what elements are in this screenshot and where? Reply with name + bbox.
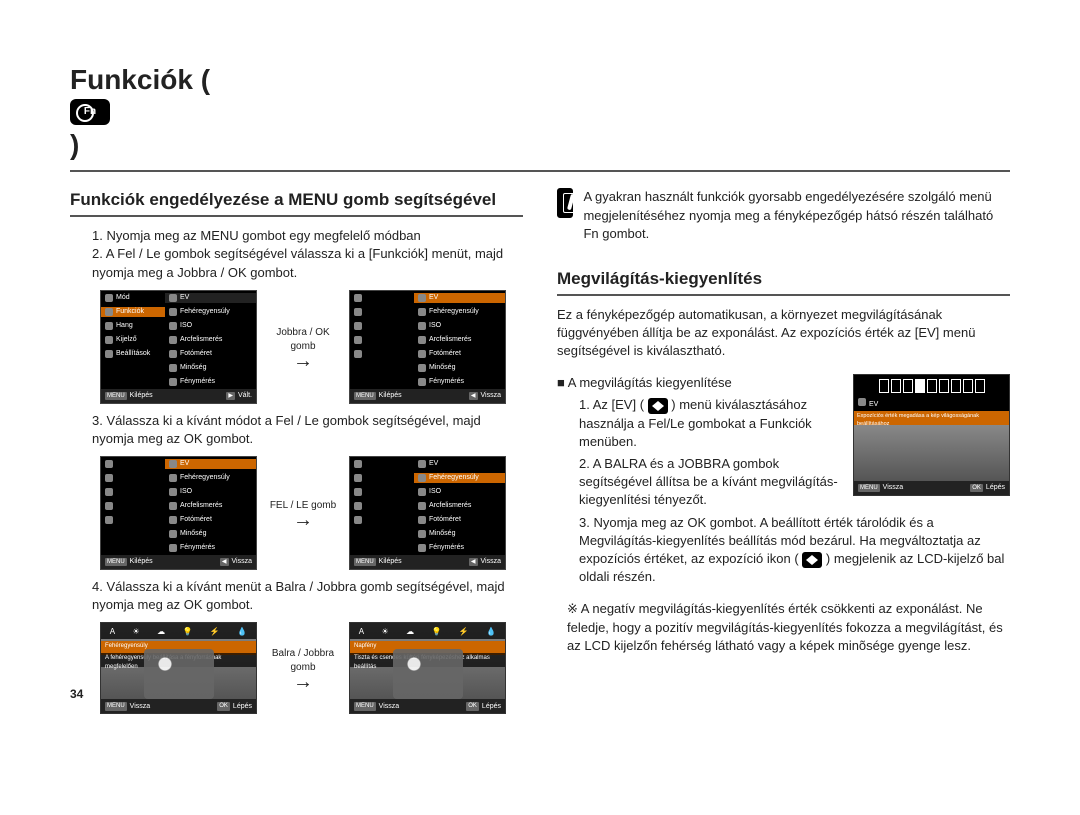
arrow-label-3: Balra / Jobbra gomb → xyxy=(267,647,339,689)
camera-menu-after-2: EV Fehéregyensúly ISO Arcfelismerés Fotó… xyxy=(349,456,506,570)
left-step3: 3. Válassza ki a kívánt módot a Fel / Le… xyxy=(92,412,523,448)
left-step2: 2. A Fel / Le gombok segítségével válass… xyxy=(92,245,523,281)
wb-menu-after: A☀☁💡⚡💧 Napfény Tiszta és csendes kültéri… xyxy=(349,622,506,714)
arrow-right-icon: → xyxy=(293,513,313,527)
right-note: ※ A negatív megvilágítás-kiegyenlítés ér… xyxy=(567,600,1010,655)
right-para1: Ez a fényképezőgép automatikusan, a körn… xyxy=(557,306,1010,361)
arrow-right-icon: → xyxy=(293,354,313,368)
camera-fn-icon: Fn xyxy=(70,99,110,125)
menu-row-3: A☀☁💡⚡💧 Fehéregyensúly A fehéregyensúly b… xyxy=(100,622,523,714)
wb-menu-before: A☀☁💡⚡💧 Fehéregyensúly A fehéregyensúly b… xyxy=(100,622,257,714)
menu-row-1: MódEV FunkciókFehéregyensúly HangISO Kij… xyxy=(100,290,523,404)
arrow-right-icon: → xyxy=(293,675,313,689)
camera-menu-before-2: EV Fehéregyensúly ISO Arcfelismerés Fotó… xyxy=(100,456,257,570)
ev-scale-menu: EV Expozíciós érték megadása a kép világ… xyxy=(853,374,1010,496)
left-step1: 1. Nyomja meg az MENU gombot egy megfele… xyxy=(92,227,523,245)
right-step3: 3. Nyomja meg az OK gombot. A beállított… xyxy=(579,514,1010,587)
left-column: Funkciók engedélyezése a MENU gomb segít… xyxy=(70,188,523,722)
ev-icon xyxy=(648,398,668,414)
right-subtitle: Megvilágítás-kiegyenlítés xyxy=(557,267,1010,296)
tip-text: A gyakran használt funkciók gyorsabb eng… xyxy=(583,188,1010,243)
page-title-row: Funkciók ( Fn ) xyxy=(70,60,1010,172)
tip-box: A gyakran használt funkciók gyorsabb eng… xyxy=(557,188,1010,243)
menu-row-2: EV Fehéregyensúly ISO Arcfelismerés Fotó… xyxy=(100,456,523,570)
left-subtitle: Funkciók engedélyezése a MENU gomb segít… xyxy=(70,188,523,217)
left-step4: 4. Válassza ki a kívánt menüt a Balra / … xyxy=(92,578,523,614)
note-icon xyxy=(557,188,573,218)
page-number: 34 xyxy=(70,686,83,703)
right-column: A gyakran használt funkciók gyorsabb eng… xyxy=(557,188,1010,722)
arrow-label-1: Jobbra / OK gomb → xyxy=(267,326,339,368)
ev-icon xyxy=(802,552,822,568)
camera-menu-before-1: MódEV FunkciókFehéregyensúly HangISO Kij… xyxy=(100,290,257,404)
arrow-label-2: FEL / LE gomb → xyxy=(267,499,339,527)
camera-menu-after-1: EV Fehéregyensúly ISO Arcfelismerés Fotó… xyxy=(349,290,506,404)
page-title: Funkciók ( Fn ) xyxy=(70,60,210,164)
